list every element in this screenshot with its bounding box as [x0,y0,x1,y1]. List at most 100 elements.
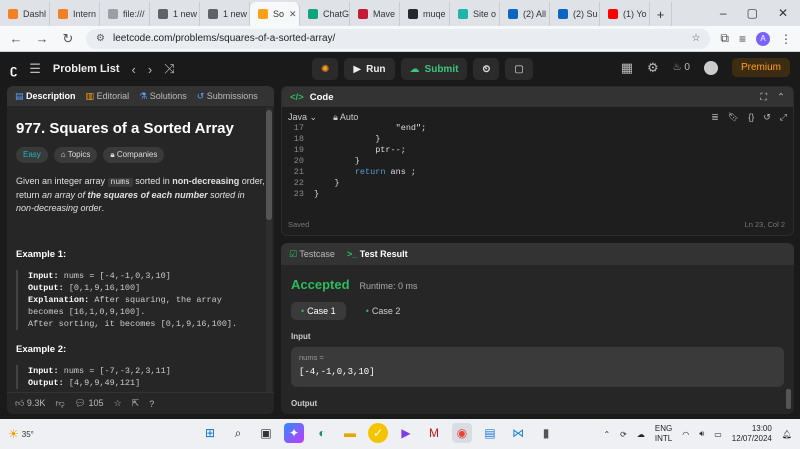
tab-submissions[interactable]: ↺ Submissions [197,91,258,102]
app-icon[interactable]: ▮ [536,423,556,443]
clock[interactable]: 13:00 12/07/2024 [732,424,772,444]
bookmark-star-icon[interactable]: ☆ [691,33,700,44]
volume-icon[interactable]: 🔊︎ [699,429,704,439]
tab-description[interactable]: ▤ Description [15,91,76,102]
sync-icon[interactable]: ⟳ [620,430,627,439]
scroll-thumb[interactable] [266,110,272,220]
language-indicator[interactable]: ENG INTL [655,424,672,444]
explanation-text: After squaring, the array [94,295,222,305]
expand-icon[interactable]: ⤢ [780,112,787,123]
copilot-icon[interactable]: ✦ [284,423,304,443]
topics-chip[interactable]: ⌂ Topics [53,147,98,163]
scroll-thumb[interactable] [786,389,791,409]
tab-testcase[interactable]: ☑ Testcase [289,249,335,260]
prev-problem-icon[interactable]: ‹ [132,62,136,77]
leetcode-logo-icon[interactable]: ʗ [10,62,17,77]
file-explorer-icon[interactable]: ▬ [340,423,360,443]
browser-tab[interactable]: Mave [350,2,400,26]
code-area[interactable]: 17 "end"; 18 } 19 ptr--; 20 } 21 return ans … [282,123,793,207]
browser-tab[interactable]: 1 new [150,2,200,26]
windows-start-icon[interactable]: ⊞ [200,423,220,443]
run-button[interactable]: ▶ Run [344,58,395,80]
settings-gear-icon[interactable]: ⚙ [647,60,659,76]
chevron-up-icon[interactable]: ⌃ [603,430,610,439]
browser-tab[interactable]: Dashl [0,2,50,26]
media-icon[interactable]: ≡ [739,32,746,46]
streak[interactable]: ♨ 0 [673,62,690,73]
fullscreen-icon[interactable]: ⛶ [760,92,767,103]
browser-tab[interactable]: So ✕ [250,2,300,26]
layout-icon[interactable]: ▦ [621,60,633,76]
problem-list-link[interactable]: Problem List [53,63,120,75]
chrome-icon[interactable]: ◉ [452,423,472,443]
close-window-button[interactable]: ✕ [778,6,788,20]
notes-button[interactable]: ▢ [505,58,533,80]
tab-editorial[interactable]: ▥ Editorial [86,91,130,102]
site-info-icon[interactable]: ⚙ [96,33,105,44]
share-icon[interactable]: ⇱ [132,398,140,409]
browser-tab[interactable]: file:/// [100,2,150,26]
profile-avatar[interactable]: A [756,31,770,46]
dislike-button[interactable]: 👎︎ [55,398,64,409]
shuffle-icon[interactable]: ⤨ [164,61,174,77]
bookmark-icon[interactable]: 🔖︎ [728,112,739,123]
companies-chip[interactable]: 🔒︎ Companies [103,147,165,163]
debug-button[interactable]: ✺ [312,58,339,80]
description-scrollbar[interactable] [266,108,272,408]
back-icon[interactable]: ← [8,31,24,46]
search-icon[interactable]: ⌕ [228,423,248,443]
user-avatar[interactable] [703,60,718,75]
case-2-tab[interactable]: • Case 2 [356,302,411,320]
like-button[interactable]: 👍︎ 9.3K [15,398,45,409]
norton-icon[interactable]: ✓ [368,423,388,443]
list-icon[interactable]: ☰ [29,61,41,77]
problem-title[interactable]: 977. Squares of a Sorted Array [16,120,265,137]
task-view-icon[interactable]: ▣ [256,423,276,443]
browser-tab[interactable]: ChatG [300,2,350,26]
menu-icon[interactable]: ⋮ [780,32,792,46]
vscode-icon[interactable]: ⋈ [508,423,528,443]
url-field[interactable]: ⚙ leetcode.com/problems/squares-of-a-sor… [86,28,711,49]
wifi-icon[interactable]: ◠ [682,430,689,439]
mcafee-icon[interactable]: M [424,423,444,443]
help-icon[interactable]: ? [149,399,154,409]
notepad-icon[interactable]: ▤ [480,423,500,443]
collapse-icon[interactable]: ⌃ [777,92,785,103]
weather-widget[interactable]: ☀ 35° [8,427,34,441]
autocomplete-toggle[interactable]: 🔒︎ Auto [333,112,358,123]
format-icon[interactable]: ≣ [711,112,719,123]
browser-tab[interactable]: Intern [50,2,100,26]
browser-tab[interactable]: (2) All [500,2,550,26]
tab-test-result[interactable]: >_ Test Result [347,249,408,259]
maximize-button[interactable]: ▢ [747,6,758,20]
language-select[interactable]: Java ⌄ [288,112,317,123]
notification-bell-icon[interactable]: 🔔︎ [782,430,792,439]
comments-button[interactable]: 💬︎ 105 [75,398,104,409]
reload-icon[interactable]: ↻ [60,31,76,47]
close-tab-icon[interactable]: ✕ [289,9,297,20]
forward-icon[interactable]: → [34,31,50,46]
cloud-icon[interactable]: ☁ [637,430,645,439]
minimize-button[interactable]: – [720,6,727,20]
timer-button[interactable]: ⏲ [473,58,500,80]
extensions-icon[interactable]: ⧉ [720,31,729,46]
braces-icon[interactable]: {} [748,112,754,123]
media-player-icon[interactable]: ▶ [396,423,416,443]
next-problem-icon[interactable]: › [148,62,152,77]
premium-button[interactable]: Premium [731,58,790,77]
browser-tab[interactable]: (1) Yo [600,2,650,26]
browser-tab[interactable]: (2) Su [550,2,600,26]
new-tab-button[interactable]: + [650,2,672,26]
tab-solutions[interactable]: ⚗ Solutions [139,91,187,102]
browser-tab[interactable]: Site o [450,2,500,26]
submit-button[interactable]: ☁ Submit [400,58,468,80]
battery-icon[interactable]: ▭ [714,430,722,439]
case-1-tab[interactable]: • Case 1 [291,302,346,320]
browser-tab[interactable]: 1 new [200,2,250,26]
result-scrollbar[interactable] [786,269,792,409]
code-line: "end"; [314,123,427,133]
reset-icon[interactable]: ↺ [763,112,771,123]
browser-tab[interactable]: muqe [400,2,450,26]
favorite-star-icon[interactable]: ☆ [114,398,122,409]
edge-icon[interactable]: ◐ [312,423,332,443]
